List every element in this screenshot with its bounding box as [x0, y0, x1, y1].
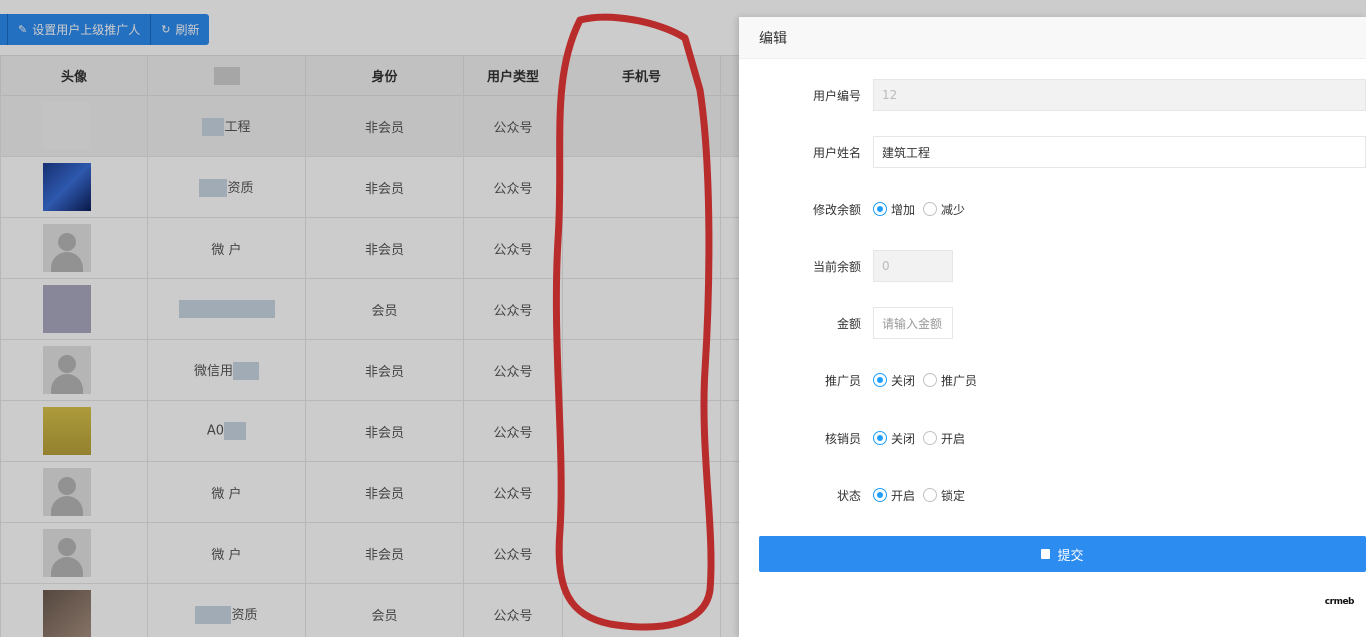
radio-unchecked-icon — [923, 431, 938, 445]
panel-header: 编辑 — [739, 17, 1366, 59]
status-label: 状态 — [836, 488, 861, 503]
user-id-field: 12 — [873, 79, 1366, 111]
user-id-label: 用户编号 — [812, 88, 861, 103]
radio-checked-icon — [873, 373, 887, 387]
status-on-radio[interactable]: 开启 — [873, 487, 915, 504]
submit-button[interactable]: 提交 — [759, 536, 1366, 572]
edit-panel: 编辑 用户编号 12 用户姓名 建筑工程 修改余额 增加 减少 当前余额 0 金… — [739, 17, 1366, 637]
status-locked-radio[interactable]: 锁定 — [923, 487, 965, 504]
user-name-field[interactable]: 建筑工程 — [873, 136, 1366, 168]
submit-icon — [1041, 549, 1051, 559]
user-id-row: 用户编号 12 — [739, 79, 1366, 111]
status-row: 状态 开启 锁定 — [739, 479, 1366, 511]
radio-unchecked-icon — [923, 488, 938, 502]
radio-checked-icon — [873, 488, 887, 502]
current-balance-field: 0 — [873, 250, 953, 282]
panel-title: 编辑 — [759, 30, 787, 47]
promoter-on-radio[interactable]: 推广员 — [923, 372, 977, 389]
user-name-label: 用户姓名 — [812, 145, 861, 160]
radio-checked-icon — [873, 202, 887, 216]
radio-unchecked-icon — [923, 373, 938, 387]
verifier-label: 核销员 — [824, 431, 861, 446]
amount-label: 金额 — [836, 316, 861, 331]
current-balance-label: 当前余额 — [812, 259, 861, 274]
balance-increase-radio[interactable]: 增加 — [873, 201, 915, 218]
verifier-on-radio[interactable]: 开启 — [923, 430, 965, 447]
current-balance-row: 当前余额 0 — [739, 250, 1366, 282]
balance-decrease-radio[interactable]: 减少 — [923, 201, 965, 218]
amount-input[interactable]: 请输入金额 — [873, 307, 953, 339]
verifier-row: 核销员 关闭 开启 — [739, 422, 1366, 454]
user-name-row: 用户姓名 建筑工程 — [739, 136, 1366, 168]
crmeb-watermark: crmeb — [1324, 597, 1355, 607]
balance-change-row: 修改余额 增加 减少 — [739, 193, 1366, 225]
promoter-off-radio[interactable]: 关闭 — [873, 372, 915, 389]
radio-checked-icon — [873, 431, 887, 445]
radio-unchecked-icon — [923, 202, 938, 216]
balance-change-label: 修改余额 — [812, 202, 861, 217]
promoter-label: 推广员 — [824, 373, 861, 388]
amount-row: 金额 请输入金额 — [739, 307, 1366, 339]
promoter-row: 推广员 关闭 推广员 — [739, 364, 1366, 396]
verifier-off-radio[interactable]: 关闭 — [873, 430, 915, 447]
